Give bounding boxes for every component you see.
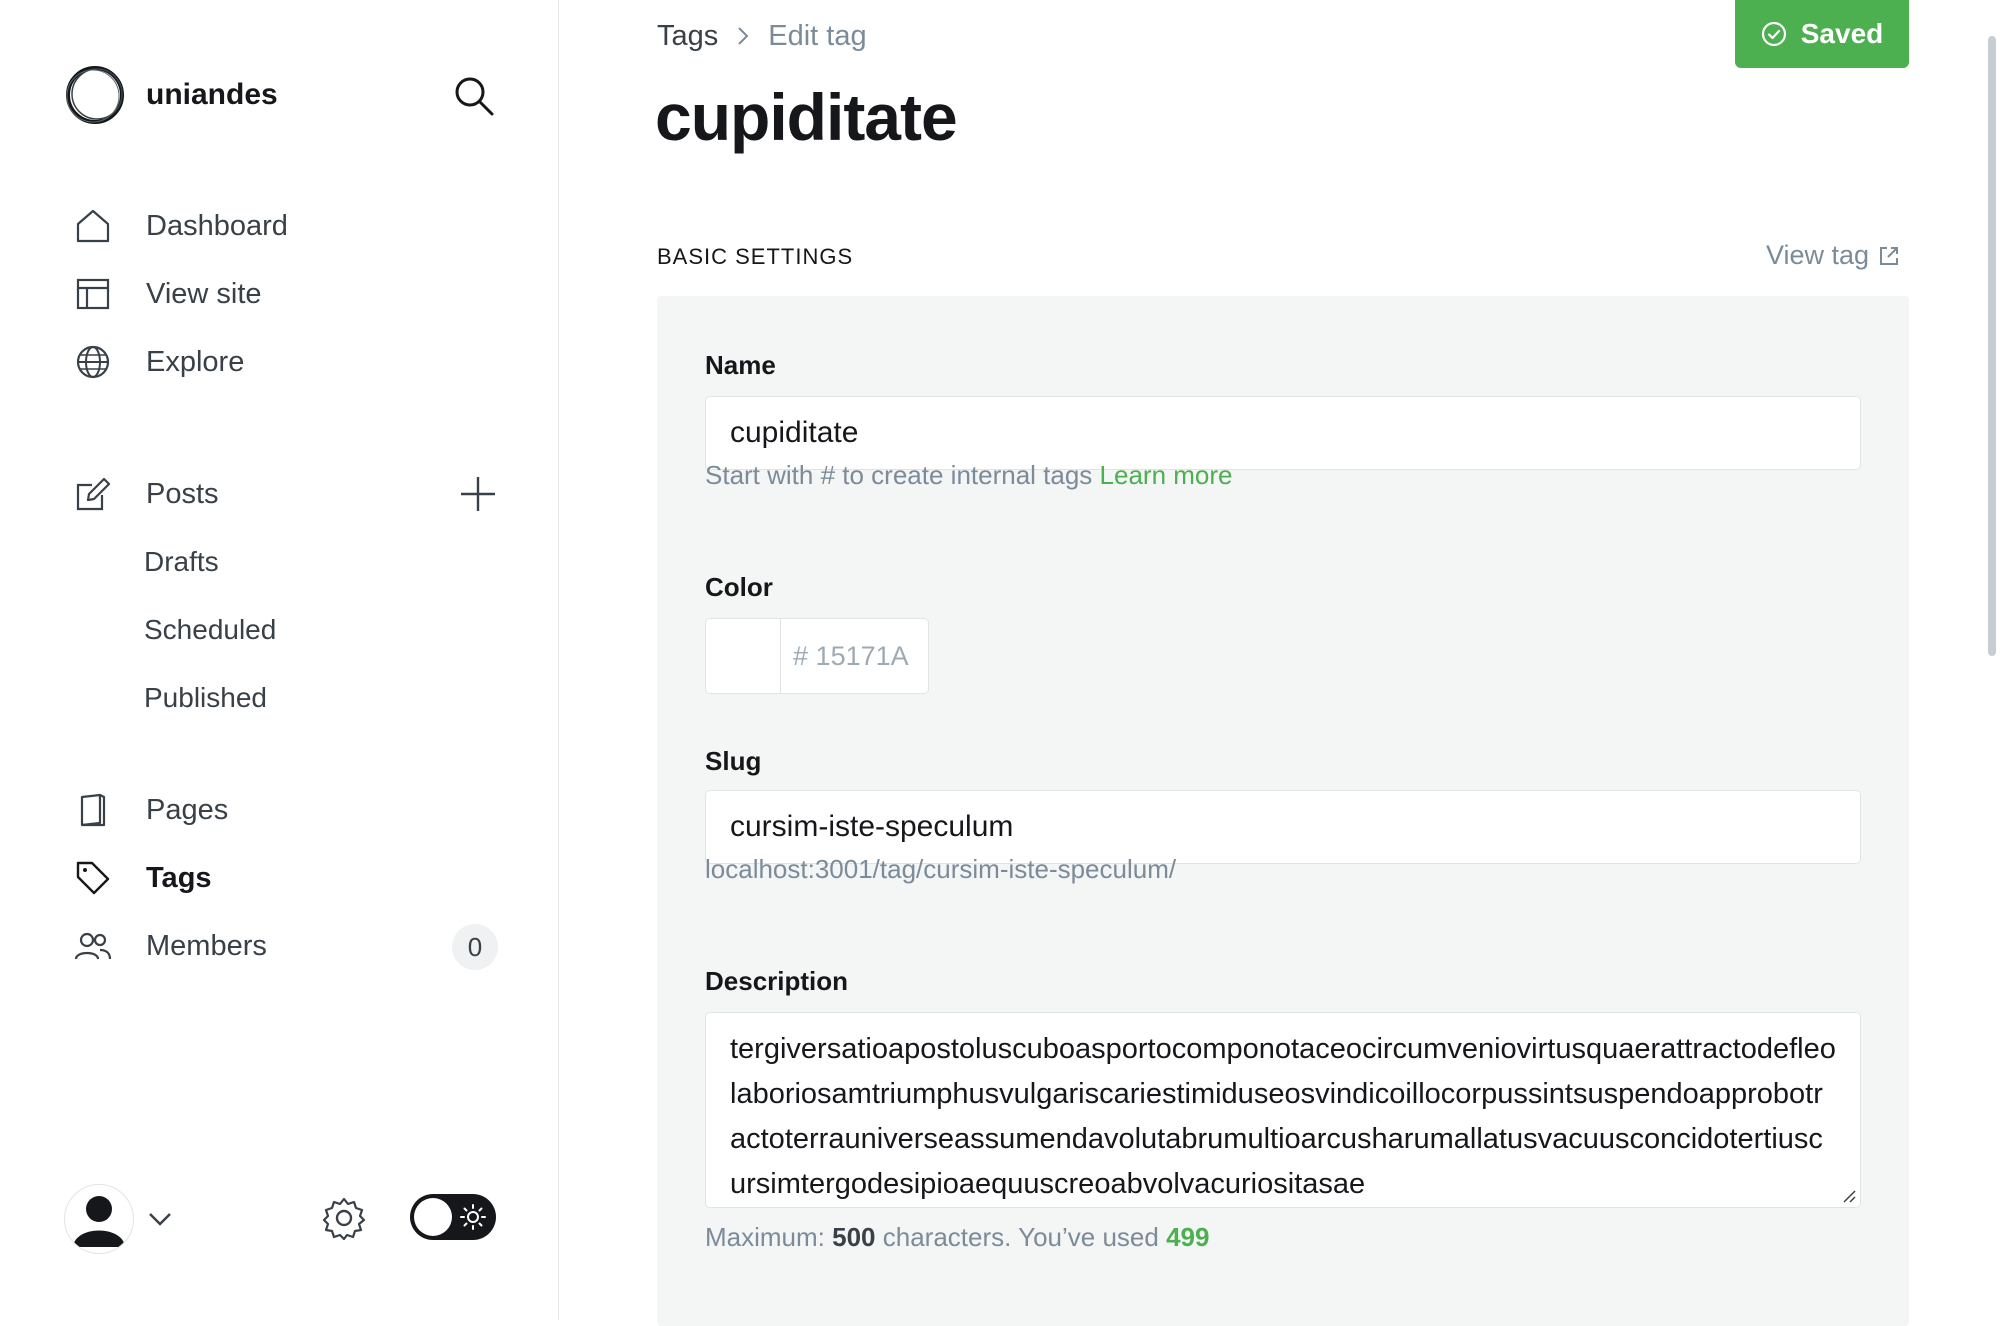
nav-published-label: Published [144,682,267,713]
slug-url: localhost:3001/tag/cursim-iste-speculum/ [705,854,1177,884]
description-textarea[interactable]: tergiversatioapostoluscuboasportocompono… [705,1012,1861,1208]
edit-icon [74,475,112,513]
nav-pages[interactable]: Pages [74,786,228,834]
avatar[interactable] [64,1184,134,1254]
sidebar-footer [64,1184,504,1254]
globe-icon [74,343,112,381]
color-value: 15171A [815,640,909,671]
name-input[interactable] [705,396,1861,470]
nav-scheduled-label: Scheduled [144,614,277,645]
main-content: Tags Edit tag Saved cupiditate BASIC SET… [559,0,2000,1326]
used-value: 499 [1166,1222,1210,1252]
toggle-knob [414,1198,452,1236]
theme-toggle[interactable] [410,1194,496,1240]
name-hint-text: Start with # to create internal tags [705,460,1093,490]
nav-view-site[interactable]: View site [74,270,262,318]
nav-tags-label: Tags [146,861,212,894]
view-tag-link[interactable]: View tag [1766,240,1901,271]
gear-icon [322,1197,366,1241]
used-prefix: characters. You’ve used [882,1222,1159,1252]
tag-icon [74,859,112,897]
section-heading: BASIC SETTINGS [657,244,854,269]
members-count-badge: 0 [452,924,498,970]
sidebar: uniandes Dashboard View site Explore Pos… [0,0,559,1320]
description-char-count: Maximum: 500 characters. You’ve used 499 [705,1222,1209,1253]
book-icon [74,791,112,829]
search-icon [455,77,494,116]
chevron-down-icon[interactable] [146,1204,174,1232]
page-title: cupiditate [655,80,958,154]
user-icon [73,1196,125,1247]
nav-tags[interactable]: Tags [74,854,212,902]
color-input[interactable]: # 15171A [781,619,928,693]
nav-drafts[interactable]: Drafts [144,540,219,584]
max-value: 500 [832,1222,876,1252]
description-text: tergiversatioapostoluscuboasportocompono… [730,1033,1836,1200]
brand[interactable]: uniandes [64,64,278,126]
nav-published[interactable]: Published [144,676,267,720]
breadcrumb-tags-link[interactable]: Tags [657,20,718,53]
save-button-label: Saved [1800,18,1884,49]
scrollbar[interactable] [1988,36,1996,656]
site-name: uniandes [146,78,278,111]
save-button[interactable]: Saved [1735,0,1909,68]
nav-members[interactable]: Members [74,922,267,970]
nav-pages-label: Pages [146,793,229,826]
name-hint: Start with # to create internal tags Lea… [705,460,1233,491]
slug-label: Slug [705,746,762,776]
color-swatch[interactable] [706,619,781,693]
color-field: # 15171A [705,618,929,694]
nav-drafts-label: Drafts [144,546,219,577]
plus-icon [461,477,495,511]
nav-posts-label: Posts [146,477,219,510]
search-button[interactable] [452,74,496,118]
view-tag-label: View tag [1766,240,1870,270]
breadcrumb-current: Edit tag [768,19,867,52]
breadcrumb: Tags Edit tag [657,16,867,56]
nav-dashboard[interactable]: Dashboard [74,202,288,250]
sun-icon [460,1204,486,1230]
nav-view-site-label: View site [146,277,262,310]
description-label: Description [705,966,849,996]
nav-members-label: Members [146,929,267,962]
layout-icon [74,275,112,313]
external-link-icon [1880,246,1899,265]
nav-dashboard-label: Dashboard [146,209,288,242]
color-hash: # [793,640,809,671]
nav-posts[interactable]: Posts [74,470,219,518]
learn-more-link[interactable]: Learn more [1100,460,1233,490]
slug-input[interactable] [705,790,1861,864]
new-post-button[interactable] [458,474,498,514]
chevron-right-icon [738,27,749,45]
users-icon [74,927,112,965]
color-label: Color [705,572,773,602]
home-icon [74,207,112,245]
max-prefix: Maximum: [705,1222,825,1252]
resize-grip-icon[interactable] [1840,1187,1856,1203]
settings-button[interactable] [322,1196,366,1241]
nav-explore[interactable]: Explore [74,338,244,386]
check-circle-icon [1761,21,1786,47]
name-label: Name [705,350,776,380]
nav-explore-label: Explore [146,345,245,378]
site-logo-icon [66,66,124,124]
basic-settings-panel: Name Start with # to create internal tag… [657,296,1909,1326]
nav-scheduled[interactable]: Scheduled [144,608,276,652]
